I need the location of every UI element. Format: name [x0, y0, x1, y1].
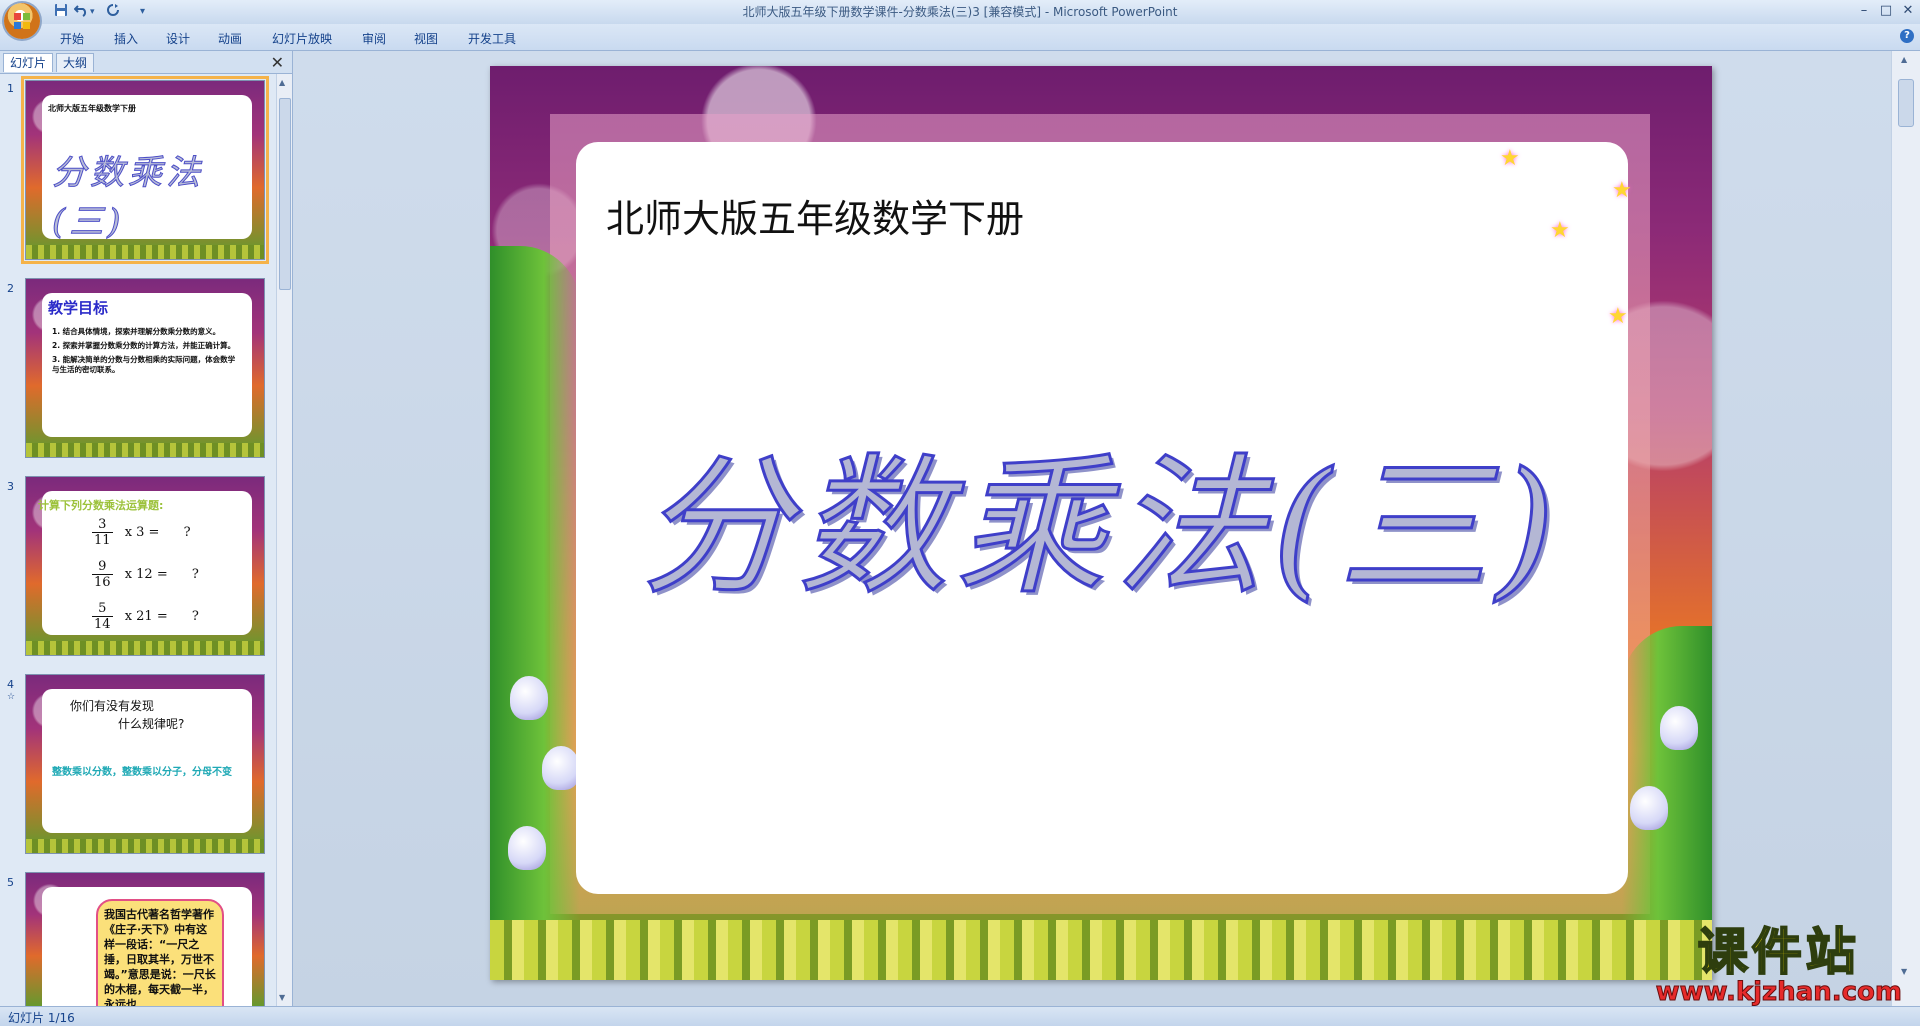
help-icon[interactable]: ? — [1900, 29, 1914, 43]
slide-number: 3 — [7, 480, 14, 493]
denominator: 11 — [94, 533, 111, 548]
slides-pane: 幻灯片 大纲 ✕ 1 北师大版五年级数学下册 分数乘法(三) 2 教学目标 1.… — [0, 51, 293, 1006]
watermark-name: 课件站 — [1697, 923, 1860, 981]
minimize-button[interactable]: – — [1854, 2, 1874, 20]
slide-thumbnail-2[interactable]: 教学目标 1. 结合具体情境，探索并理解分数乘分数的意义。 2. 探索并掌握分数… — [25, 278, 265, 458]
decor-leaves-left — [490, 246, 580, 980]
goal-item: 3. 能解决简单的分数与分数相乘的实际问题，体会数学与生活的密切联系。 — [52, 355, 236, 374]
slide-subtitle[interactable]: 北师大版五年级数学下册 — [606, 188, 1024, 243]
slide-indicator: 幻灯片 1/16 — [8, 1011, 75, 1025]
multiplier: x 12 = — [124, 567, 168, 582]
denominator: 14 — [94, 617, 111, 632]
watermark-url: www.kjzhan.com — [1655, 977, 1902, 1007]
tab-developer[interactable]: 开发工具 — [468, 30, 516, 47]
decor-flower — [542, 746, 580, 790]
multiplier: x 21 = — [124, 609, 168, 624]
slide-number: 5 — [7, 876, 14, 889]
thumb-note: 整数乘以分数，整数乘以分子，分母不变 — [52, 767, 232, 778]
pane-close-icon[interactable]: ✕ — [271, 53, 284, 72]
slide-title[interactable]: 分数乘法(三) — [639, 406, 1560, 623]
ribbon-tabs: 开始 插入 设计 动画 幻灯片放映 审阅 视图 开发工具 ? — [0, 24, 1920, 51]
slide-number: 4 — [7, 678, 14, 691]
slide-thumbnails: 1 北师大版五年级数学下册 分数乘法(三) 2 教学目标 1. 结合具体情境，探… — [0, 74, 276, 1006]
decor-grass — [490, 920, 1712, 980]
scroll-down-icon[interactable]: ▼ — [279, 993, 285, 1002]
tab-insert[interactable]: 插入 — [114, 30, 138, 47]
tab-outline[interactable]: 大纲 — [56, 53, 95, 72]
thumb-grass — [26, 641, 264, 655]
thumb-line: 什么规律呢? — [118, 717, 185, 731]
result: ? — [191, 609, 199, 624]
office-button[interactable] — [4, 3, 40, 39]
window-title: 北师大版五年级下册数学课件-分数乘法(三)3 [兼容模式] - Microsof… — [742, 5, 1178, 19]
slide-thumbnail-5[interactable]: 我国古代著名哲学著作《庄子·天下》中有这样一段话：“一尺之捶，日取其半，万世不竭… — [25, 872, 265, 1006]
decor-flower — [510, 676, 548, 720]
status-bar: 幻灯片 1/16 — [0, 1006, 1920, 1026]
fraction-row: 9 16 x 12 = ? — [92, 559, 199, 590]
scroll-up-icon[interactable]: ▲ — [1901, 55, 1907, 64]
tab-slideshow[interactable]: 幻灯片放映 — [272, 30, 332, 47]
goal-item: 2. 探索并掌握分数乘分数的计算方法，并能正确计算。 — [52, 341, 236, 350]
numerator: 9 — [92, 559, 113, 575]
thumb-subtitle: 北师大版五年级数学下册 — [48, 104, 136, 113]
slide-scrollbar[interactable]: ▲ ▼ — [1891, 51, 1920, 1006]
thumb-grass — [26, 245, 264, 259]
tab-design[interactable]: 设计 — [166, 30, 190, 47]
numerator: 5 — [92, 601, 113, 617]
scroll-up-icon[interactable]: ▲ — [279, 78, 285, 87]
decor-flower — [1660, 706, 1698, 750]
result: ? — [183, 525, 191, 540]
thumb-grass — [26, 839, 264, 853]
slide-thumbnail-4[interactable]: 你们有没有发现 什么规律呢? 整数乘以分数，整数乘以分子，分母不变 — [25, 674, 265, 854]
slide-thumbnail-3[interactable]: 计算下列分数乘法运算题: 3 11 x 3 = ? 9 16 x 12 = ? 51… — [25, 476, 265, 656]
office-logo-icon — [14, 13, 30, 29]
tab-animations[interactable]: 动画 — [218, 30, 242, 47]
star-decoration-icon: ★ — [1550, 218, 1570, 243]
scroll-thumb[interactable] — [1898, 79, 1914, 127]
animation-marker-icon: ☆ — [7, 692, 16, 702]
star-decoration-icon: ★ — [1608, 304, 1628, 329]
tab-review[interactable]: 审阅 — [362, 30, 386, 47]
slide-number: 2 — [7, 282, 14, 295]
result: ? — [191, 567, 199, 582]
tab-home[interactable]: 开始 — [60, 30, 84, 47]
denominator: 16 — [94, 575, 111, 590]
thumb-grass — [26, 443, 264, 457]
thumb-title: 分数乘法(三) — [52, 153, 204, 243]
decor-flower — [508, 826, 546, 870]
goal-item: 1. 结合具体情境，探索并理解分数乘分数的意义。 — [52, 327, 221, 336]
maximize-button[interactable]: □ — [1876, 2, 1896, 20]
tab-slides[interactable]: 幻灯片 — [3, 53, 54, 72]
star-decoration-icon: ★ — [1612, 178, 1632, 203]
slide-number: 1 — [7, 82, 14, 95]
fraction-row: 5 14 x 21 = ? — [92, 601, 199, 632]
thumbnails-scrollbar[interactable]: ▲ ▼ — [276, 74, 292, 1006]
close-button[interactable]: ✕ — [1898, 2, 1918, 20]
thumb-quote-bubble: 我国古代著名哲学著作《庄子·天下》中有这样一段话：“一尺之捶，日取其半，万世不竭… — [96, 899, 224, 1006]
current-slide[interactable]: ★ ★ ★ ★ 北师大版五年级数学下册 分数乘法(三) — [490, 66, 1712, 980]
title-bar: ▾ ▾ 北师大版五年级下册数学课件-分数乘法(三)3 [兼容模式] - Micr… — [0, 0, 1920, 39]
fraction-row: 3 11 x 3 = ? — [92, 517, 191, 548]
star-decoration-icon: ★ — [1500, 146, 1520, 171]
pane-tabs: 幻灯片 大纲 ✕ — [0, 51, 292, 74]
thumb-line: 你们有没有发现 — [70, 699, 155, 713]
thumb-heading: 计算下列分数乘法运算题: — [38, 499, 164, 512]
thumb-goal-list: 1. 结合具体情境，探索并理解分数乘分数的意义。 2. 探索并掌握分数乘分数的计… — [52, 327, 242, 379]
watermark: 课件站 www.kjzhan.com — [1655, 923, 1902, 1007]
tab-view[interactable]: 视图 — [414, 30, 438, 47]
thumb-heading: 教学目标 — [48, 299, 109, 317]
slide-thumbnail-1[interactable]: 北师大版五年级数学下册 分数乘法(三) — [21, 76, 269, 264]
numerator: 3 — [92, 517, 113, 533]
scroll-thumb[interactable] — [279, 98, 291, 290]
multiplier: x 3 = — [124, 525, 160, 540]
decor-flower — [1630, 786, 1668, 830]
